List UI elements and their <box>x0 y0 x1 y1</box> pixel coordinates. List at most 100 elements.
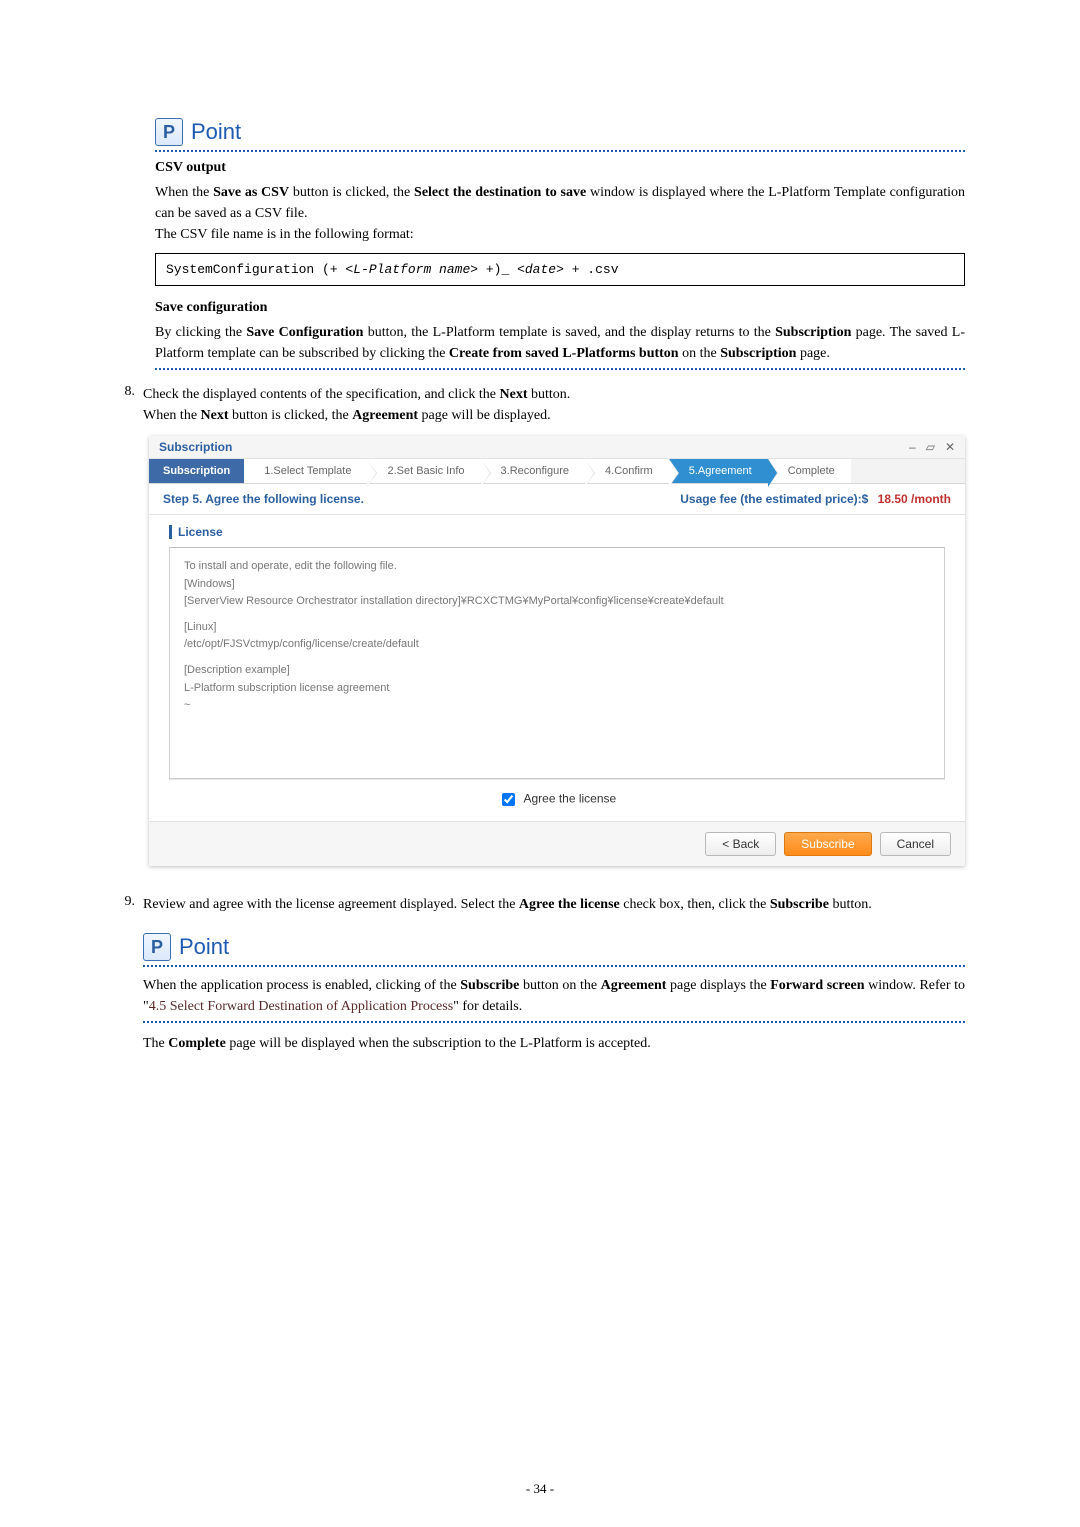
text: button. <box>829 897 872 912</box>
close-icon[interactable]: ✕ <box>945 440 955 454</box>
license-line: /etc/opt/FJSVctmyp/config/license/create… <box>184 636 930 654</box>
text: The <box>143 1036 168 1051</box>
text: button on the <box>519 978 600 993</box>
maximize-icon[interactable]: ▱ <box>926 440 935 454</box>
text-bold: Subscribe <box>770 897 829 912</box>
point2-text: When the application process is enabled,… <box>143 975 965 1017</box>
csv-format-line: The CSV file name is in the following fo… <box>155 224 965 245</box>
text: button, the L-Platform template is saved… <box>363 325 775 340</box>
text: By clicking the <box>155 325 246 340</box>
wizard-footer: < Back Subscribe Cancel <box>149 821 965 866</box>
text-bold: Save Configuration <box>246 325 363 340</box>
step8-line2: When the Next button is clicked, the Agr… <box>143 405 965 426</box>
text-bold: Save as CSV <box>213 185 289 200</box>
text-bold: Subscription <box>720 346 796 361</box>
point-icon: P <box>155 118 183 146</box>
csv-filename-format: SystemConfiguration (+ <L-Platform name >… <box>155 253 965 286</box>
forward-destination-link[interactable]: 4.5 Select Forward Destination of Applic… <box>149 999 453 1014</box>
usage-fee-label: Usage fee (the estimated price):$ <box>680 492 868 506</box>
agreement-screenshot: Subscription – ▱ ✕ Subscription 1.Select… <box>149 436 965 866</box>
text: button is clicked, the <box>289 185 414 200</box>
point-label: Point <box>179 934 229 960</box>
text-bold: Create from saved L-Platforms button <box>449 346 679 361</box>
step-title: Step 5. Agree the following license. <box>163 492 364 506</box>
usage-fee: Usage fee (the estimated price):$ 18.50 … <box>680 492 951 506</box>
code-italic: L-Platform name <box>353 262 470 277</box>
text-bold: Next <box>201 408 229 423</box>
text: on the <box>679 346 721 361</box>
text: page displays the <box>666 978 770 993</box>
window-controls: – ▱ ✕ <box>909 440 955 454</box>
save-config-heading: Save configuration <box>155 300 965 316</box>
text-bold: Select the destination to save <box>414 185 586 200</box>
agree-row: Agree the license <box>169 779 945 815</box>
text-bold: Agree the license <box>519 897 620 912</box>
list-number-9: 9. <box>115 894 135 1054</box>
tab-reconfigure[interactable]: 3.Reconfigure <box>481 459 586 483</box>
text: Review and agree with the license agreem… <box>143 897 519 912</box>
tab-set-basic-info[interactable]: 2.Set Basic Info <box>367 459 480 483</box>
point-label: Point <box>191 119 241 145</box>
text: button is clicked, the <box>229 408 353 423</box>
step9-text: Review and agree with the license agreem… <box>143 894 965 915</box>
point-icon: P <box>143 933 171 961</box>
separator-dots <box>143 1021 965 1023</box>
agree-license-label: Agree the license <box>523 792 616 806</box>
license-section-header: License <box>169 525 945 539</box>
text: " for details. <box>453 999 522 1014</box>
license-line: [Linux] <box>184 619 930 637</box>
window-title: Subscription <box>159 440 232 454</box>
license-line: [ServerView Resource Orchestrator instal… <box>184 593 930 611</box>
code-italic: date <box>525 262 556 277</box>
point-heading: P Point <box>143 933 965 961</box>
license-line: [Description example] <box>184 662 930 680</box>
text: page will be displayed. <box>418 408 551 423</box>
text-bold: Agreement <box>352 408 418 423</box>
minimize-icon[interactable]: – <box>909 440 916 454</box>
tab-select-template[interactable]: 1.Select Template <box>244 459 367 483</box>
text-bold: Subscription <box>775 325 851 340</box>
cancel-button[interactable]: Cancel <box>880 832 951 856</box>
separator-dots <box>155 368 965 370</box>
tab-agreement[interactable]: 5.Agreement <box>669 459 768 483</box>
text: page will be displayed when the subscrip… <box>226 1036 651 1051</box>
tab-subscription-main[interactable]: Subscription <box>149 459 244 483</box>
license-text-box[interactable]: To install and operate, edit the followi… <box>169 547 945 779</box>
wizard-tabs: Subscription 1.Select Template 2.Set Bas… <box>149 459 965 484</box>
code-text: > + .csv <box>556 262 618 277</box>
text-bold: Complete <box>168 1036 226 1051</box>
text-bold: Agreement <box>601 978 667 993</box>
complete-page-note: The Complete page will be displayed when… <box>143 1033 965 1054</box>
text: Check the displayed contents of the spec… <box>143 387 500 402</box>
agree-license-checkbox[interactable] <box>502 793 515 806</box>
text: When the <box>155 185 213 200</box>
license-line: [Windows] <box>184 576 930 594</box>
usage-fee-value: 18.50 /month <box>878 492 951 506</box>
text: When the <box>143 408 201 423</box>
text-bold: Forward screen <box>770 978 864 993</box>
code-text: SystemConfiguration (+ < <box>166 262 353 277</box>
page-number: - 34 - <box>0 1481 1080 1497</box>
separator-dots <box>143 965 965 967</box>
tab-confirm[interactable]: 4.Confirm <box>585 459 669 483</box>
step8-line1: Check the displayed contents of the spec… <box>143 384 965 405</box>
csv-output-heading: CSV output <box>155 160 965 176</box>
subscribe-button[interactable]: Subscribe <box>784 832 871 856</box>
license-line: ~ <box>184 697 930 715</box>
step-header-row: Step 5. Agree the following license. Usa… <box>149 484 965 515</box>
text: page. <box>796 346 829 361</box>
text: button. <box>528 387 571 402</box>
tab-complete[interactable]: Complete <box>768 459 851 483</box>
window-titlebar: Subscription – ▱ ✕ <box>149 436 965 459</box>
csv-output-desc: When the Save as CSV button is clicked, … <box>155 182 965 224</box>
back-button[interactable]: < Back <box>705 832 776 856</box>
text: When the application process is enabled,… <box>143 978 460 993</box>
license-line: To install and operate, edit the followi… <box>184 558 930 576</box>
separator-dots <box>155 150 965 152</box>
point-heading: P Point <box>155 118 965 146</box>
text-bold: Next <box>500 387 528 402</box>
text-bold: Subscribe <box>460 978 519 993</box>
save-config-desc: By clicking the Save Configuration butto… <box>155 322 965 364</box>
list-number-8: 8. <box>115 384 135 880</box>
license-line: L-Platform subscription license agreemen… <box>184 680 930 698</box>
